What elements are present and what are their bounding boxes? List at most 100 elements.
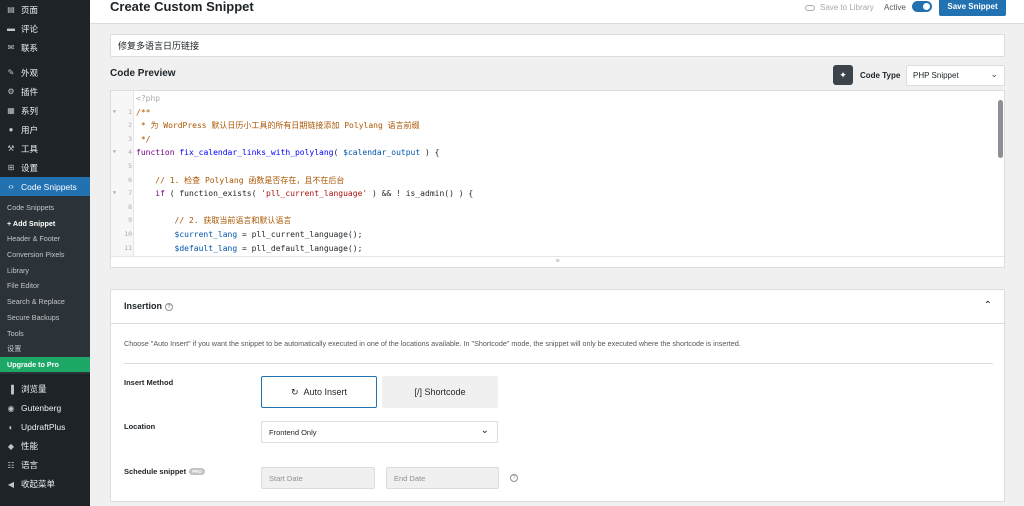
sidebar-item[interactable]: ▤ 页面 [0,0,90,19]
code-text: // 2. 获取当前语言和默认语言 [136,214,292,228]
submenu-item[interactable]: 设置 [0,341,90,357]
code-line: 8 [111,201,996,215]
insert-method-label: Insert Method [124,378,174,387]
users-icon: ● [8,125,14,134]
code-text: $default_lang = pll_default_language(); [136,242,363,256]
sidebar-item-label: Code Snippets [21,181,77,192]
start-date-placeholder: Start Date [269,473,303,483]
line-number: 7 [128,189,132,198]
submenu-item[interactable]: Code Snippets [0,200,90,216]
chevron-down-icon: ⌄ [480,425,489,436]
schedule-snippet-label: Schedule snippet PRO [124,467,205,476]
code-token: $calendar_output [343,148,421,158]
auto-insert-button[interactable]: ↻ Auto Insert [261,376,377,408]
page-header: Create Custom Snippet Save to Library Ac… [90,0,1024,24]
sidebar-item[interactable]: ⚙ 插件 [0,82,90,101]
performance-icon: ◆ [7,441,15,451]
sidebar-item-label: 浏览量 [21,384,47,395]
submenu-item[interactable]: Library [0,263,90,279]
location-select[interactable]: Frontend Only ⌄ [261,421,498,443]
shortcode-button[interactable]: [/] Shortcode [382,376,498,408]
sidebar-item-label: Gutenberg [21,403,62,414]
line-number: 1 [128,107,132,116]
settings-icon: ⊞ [7,163,15,172]
sidebar-item-code-snippets[interactable]: ‹› Code Snippets [0,177,90,196]
location-value: Frontend Only [269,427,317,437]
code-token: /** [136,107,151,117]
save-to-library-button[interactable]: Save to Library [805,3,874,12]
sidebar-item[interactable]: ⊞ 设置 [0,158,90,177]
stats-icon: ▐ [8,384,14,394]
code-token: // 1. 检查 Polylang 函数是否存在，且不在后台 [136,175,345,185]
refresh-icon: ↻ [290,386,299,397]
sidebar-item[interactable]: ☷ 语言 [0,456,90,475]
plugins-icon: ⚙ [7,87,15,96]
code-token: ) && ! is_admin() ) { [367,189,474,199]
location-label: Location [124,422,156,431]
code-token: */ [136,134,151,144]
submenu-item[interactable]: Conversion Pixels [0,247,90,263]
submenu-item[interactable]: Search & Replace [0,294,90,310]
submenu-item[interactable]: File Editor [0,278,90,294]
line-number: 6 [128,175,132,184]
code-line: 11 $default_lang = pll_default_language(… [111,242,996,256]
code-editor[interactable]: <?php ▼ 1/** 2 * 为 WordPress 默认日历小工具的所有日期链接… [110,90,1005,268]
sidebar-item[interactable]: ✉ 联系 [0,38,90,57]
code-token: = pll_default_language(); [237,243,363,253]
sidebar-item[interactable]: ◆ 性能 [0,437,90,456]
end-date-input[interactable]: End Date [386,467,499,489]
tools-icon: ⚒ [7,144,15,153]
sidebar-item[interactable]: ◀ 收起菜单 [0,475,90,494]
series-icon: ▦ [7,106,15,115]
sidebar-item[interactable]: ▐ 浏览量 [0,380,90,399]
line-number: 5 [128,162,132,170]
sidebar-item[interactable]: ▦ 系列 [0,101,90,120]
editor-scrollbar[interactable] [998,100,1003,158]
help-icon[interactable]: ? [510,474,518,482]
sidebar-item[interactable]: ◐ UpdraftPlus [0,418,90,437]
code-type-select[interactable]: PHP Snippet ⌄ [906,65,1005,86]
code-snippets-icon: ‹› [8,182,14,191]
collapse-menu-icon: ◀ [7,479,15,489]
pages-icon: ▤ [7,5,15,14]
sidebar-menu-bottom: ▐ 浏览量 ◉ Gutenberg ◐ UpdraftPlus ◆ 性能 ☷ 语言 ◀ 收起菜单 [0,380,90,494]
start-date-input[interactable]: Start Date [261,467,375,489]
code-text: /** [136,106,150,120]
insertion-title-text: Insertion [124,301,163,311]
sidebar-item[interactable]: ● 用户 [0,120,90,139]
sidebar-item[interactable]: ⚒ 工具 [0,139,90,158]
editor-resize-handle[interactable]: ≡ [111,256,1004,267]
ai-generate-button[interactable]: ✦ [833,65,853,85]
active-toggle[interactable] [912,1,932,12]
sidebar-item-label: 系列 [21,105,39,116]
code-token: <?php [136,94,161,103]
submenu-item[interactable]: Tools [0,326,90,342]
sidebar-item[interactable]: ▬ 评论 [0,19,90,38]
save-snippet-button[interactable]: Save Snippet [939,0,1006,16]
sidebar-item-label: 设置 [21,162,39,173]
sidebar-item[interactable]: ◉ Gutenberg [0,399,90,418]
help-icon[interactable]: ? [165,303,174,311]
code-token: ) { [420,148,440,158]
code-token: // 2. 获取当前语言和默认语言 [136,216,292,226]
sidebar-item-label: 收起菜单 [21,479,56,490]
submenu-item[interactable]: + Add Snippet [0,216,90,232]
insertion-panel-header[interactable]: Insertion? ⌃ [111,290,1004,324]
code-token: if [136,189,165,199]
code-line: ▼ 1/** [111,106,996,120]
code-text: * 为 WordPress 默认日历小工具的所有日期链接添加 Polylang … [136,119,420,133]
sidebar-item-label: 工具 [21,143,39,154]
submenu-item[interactable]: Header & Footer [0,231,90,247]
upgrade-to-pro-link[interactable]: Upgrade to Pro [0,356,90,372]
sidebar-item-label: 插件 [21,86,39,97]
submenu-item[interactable]: Secure Backups [0,310,90,326]
code-token: ( [333,148,344,158]
sidebar-item-label: 性能 [21,441,39,452]
sidebar-item-label: 外观 [21,67,39,78]
snippet-title-input[interactable] [110,34,1005,57]
code-line: 2 * 为 WordPress 默认日历小工具的所有日期链接添加 Polylan… [111,119,996,133]
sidebar-item[interactable]: ✎ 外观 [0,63,90,82]
insertion-description: Choose "Auto Insert" if you want the sni… [124,339,741,348]
line-number: 8 [128,202,132,211]
chevron-up-icon[interactable]: ⌃ [984,300,992,311]
